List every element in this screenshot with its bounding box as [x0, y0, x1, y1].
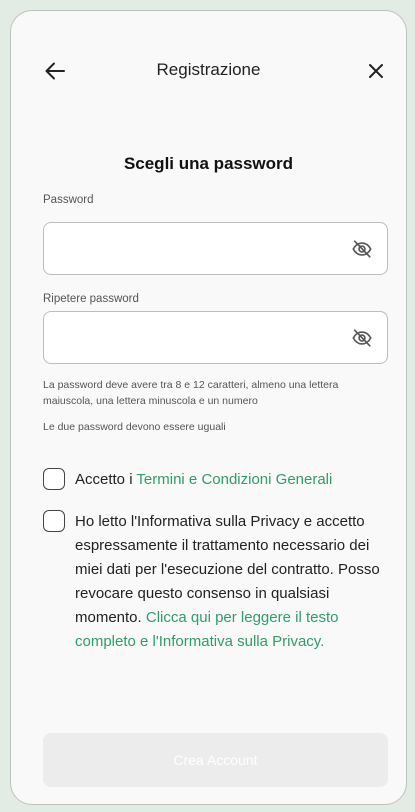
terms-text: Accetto i Termini e Condizioni Generali: [75, 468, 395, 492]
terms-prefix: Accetto i: [75, 471, 137, 488]
terms-checkbox[interactable]: [43, 468, 65, 490]
close-button[interactable]: [362, 57, 390, 85]
privacy-consent: Ho letto l'Informativa sulla Privacy e a…: [43, 510, 393, 710]
terms-link[interactable]: Termini e Condizioni Generali: [136, 471, 332, 488]
privacy-text: Ho letto l'Informativa sulla Privacy e a…: [75, 510, 395, 654]
eye-off-icon: [352, 329, 372, 347]
phone-frame: Registrazione Scegli una password Passwo…: [10, 10, 407, 805]
repeat-password-input[interactable]: [56, 312, 336, 363]
password-label: Password: [43, 194, 94, 206]
password-field[interactable]: [43, 222, 388, 275]
password-rules-hint: La password deve avere tra 8 e 12 caratt…: [43, 379, 339, 407]
privacy-checkbox[interactable]: [43, 510, 65, 532]
repeat-password-label: Ripetere password: [43, 293, 139, 305]
header-title: Registrazione: [156, 60, 261, 79]
eye-off-icon: [352, 240, 372, 258]
close-icon: [369, 64, 383, 78]
password-visibility-toggle[interactable]: [351, 238, 373, 260]
repeat-password-field[interactable]: [43, 311, 388, 364]
password-input[interactable]: [56, 223, 336, 274]
repeat-password-visibility-toggle[interactable]: [351, 327, 373, 349]
page-title: Scegli una password: [123, 154, 294, 173]
terms-consent: Accetto i Termini e Condizioni Generali: [43, 468, 393, 496]
create-account-button[interactable]: Crea Account: [43, 733, 388, 787]
password-match-hint: Le due password devono essere uguali: [43, 421, 226, 433]
header: Registrazione: [11, 11, 406, 121]
